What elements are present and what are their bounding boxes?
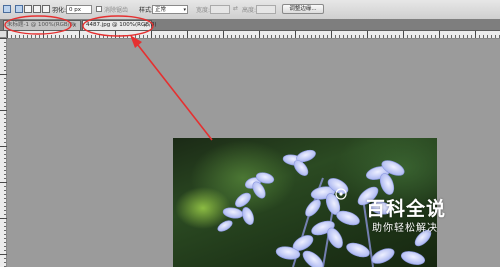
swap-icon[interactable]: ⇄ xyxy=(233,5,238,12)
refine-edge-button[interactable]: 调整边缘... xyxy=(282,4,324,14)
tab-untitled[interactable]: 未标题-1 @ 100%(RGB/8) × xyxy=(3,20,81,30)
close-icon[interactable]: × xyxy=(72,21,77,30)
document-tab-bar: 未标题-1 @ 100%(RGB/8) × 4487.jpg @ 100%(RG… xyxy=(0,19,500,31)
tab-image[interactable]: 4487.jpg @ 100%(RGB/8) × xyxy=(82,20,156,30)
watermark-logo-icon xyxy=(335,188,347,200)
subtract-selection-icon[interactable] xyxy=(33,5,41,13)
style-label: 样式: xyxy=(139,7,154,14)
style-value: 正常 xyxy=(155,7,167,13)
antialias-label: 消除锯齿 xyxy=(104,7,129,14)
height-label: 高度: xyxy=(242,7,257,14)
rect-marquee-icon[interactable] xyxy=(3,5,11,13)
width-input[interactable] xyxy=(210,5,230,14)
width-label: 宽度: xyxy=(196,7,211,14)
add-selection-icon[interactable] xyxy=(24,5,32,13)
watermark-subtitle: 助你轻松解决 xyxy=(372,223,438,234)
annotation-arrow-line xyxy=(133,39,213,141)
feather-label: 羽化: xyxy=(52,7,67,14)
style-select[interactable]: 正常 ▾ xyxy=(152,5,188,14)
ruler-origin[interactable] xyxy=(0,31,7,38)
watermark-title: 百科全说 xyxy=(366,198,447,220)
antialias-checkbox[interactable] xyxy=(96,6,102,12)
height-input[interactable] xyxy=(256,5,276,14)
feather-input[interactable]: 0 px xyxy=(66,5,92,14)
options-bar: 羽化: 0 px 消除锯齿 样式: 正常 ▾ 宽度: ⇄ 高度: 调整边缘... xyxy=(0,0,500,20)
new-selection-icon[interactable] xyxy=(15,5,23,13)
close-icon[interactable]: × xyxy=(143,21,148,30)
chevron-down-icon: ▾ xyxy=(183,7,186,13)
horizontal-ruler[interactable] xyxy=(7,31,500,39)
vertical-ruler[interactable] xyxy=(0,38,7,267)
intersect-selection-icon[interactable] xyxy=(42,5,50,13)
tab-label: 未标题-1 @ 100%(RGB/8) xyxy=(7,22,76,28)
